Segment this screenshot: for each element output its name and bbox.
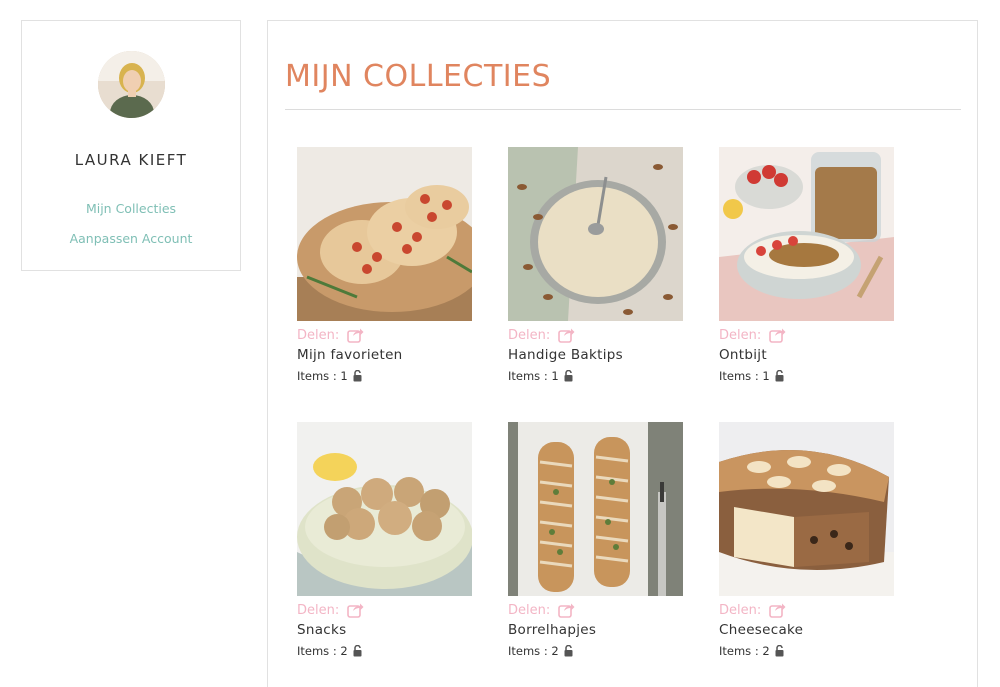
items-count-row: Items : 1 — [508, 369, 683, 383]
share-row[interactable]: Delen: — [719, 602, 894, 618]
user-name: LAURA KIEFT — [74, 151, 188, 169]
unlocked-padlock-icon — [564, 644, 573, 657]
unlocked-padlock-icon — [775, 644, 784, 657]
avatar — [98, 51, 165, 118]
granola-bowl-photo[interactable] — [719, 147, 894, 321]
share-arrow-icon[interactable] — [769, 602, 786, 618]
collection-card: Delen: Snacks Items : 2 — [297, 422, 472, 658]
share-label: Delen: — [719, 602, 762, 618]
unlocked-padlock-icon — [775, 369, 784, 382]
share-row[interactable]: Delen: — [508, 327, 683, 343]
share-label: Delen: — [508, 327, 551, 343]
unlocked-padlock-icon — [353, 369, 362, 382]
share-row[interactable]: Delen: — [297, 327, 472, 343]
collection-title[interactable]: Cheesecake — [719, 622, 894, 638]
collection-title[interactable]: Snacks — [297, 622, 472, 638]
share-row[interactable]: Delen: — [508, 602, 683, 618]
share-arrow-icon[interactable] — [347, 602, 364, 618]
share-arrow-icon[interactable] — [347, 327, 364, 343]
items-count-row: Items : 2 — [297, 644, 472, 658]
items-count-row: Items : 1 — [719, 369, 894, 383]
share-arrow-icon[interactable] — [558, 602, 575, 618]
items-count: Items : 2 — [297, 644, 348, 658]
collection-card: Delen: Ontbijt Items : 1 — [719, 147, 894, 383]
unlocked-padlock-icon — [353, 644, 362, 657]
share-label: Delen: — [508, 602, 551, 618]
almond-flour-photo[interactable] — [508, 147, 683, 321]
items-count: Items : 2 — [508, 644, 559, 658]
page-title: MIJN COLLECTIES — [285, 59, 552, 94]
garlic-bread-photo[interactable] — [508, 422, 683, 596]
collection-title[interactable]: Ontbijt — [719, 347, 894, 363]
collection-card: Delen: Borrelhapjes Items : 2 — [508, 422, 683, 658]
share-label: Delen: — [719, 327, 762, 343]
items-count: Items : 2 — [719, 644, 770, 658]
share-arrow-icon[interactable] — [558, 327, 575, 343]
items-count-row: Items : 2 — [508, 644, 683, 658]
share-row[interactable]: Delen: — [297, 602, 472, 618]
collection-title[interactable]: Borrelhapjes — [508, 622, 683, 638]
items-count-row: Items : 1 — [297, 369, 472, 383]
sidebar-link-mijn-collecties[interactable]: Mijn Collecties — [22, 201, 240, 216]
title-divider — [285, 109, 961, 110]
items-count: Items : 1 — [508, 369, 559, 383]
energy-balls-photo[interactable] — [297, 422, 472, 596]
items-count: Items : 1 — [719, 369, 770, 383]
focaccia-photo[interactable] — [297, 147, 472, 321]
share-row[interactable]: Delen: — [719, 327, 894, 343]
share-label: Delen: — [297, 327, 340, 343]
share-label: Delen: — [297, 602, 340, 618]
cheesecake-photo[interactable] — [719, 422, 894, 596]
collection-card: Delen: Mijn favorieten Items : 1 — [297, 147, 472, 383]
collection-card: Delen: Cheesecake Items : 2 — [719, 422, 894, 658]
collections-panel: MIJN COLLECTIES Delen: Mijn favorieten I… — [267, 20, 978, 687]
collection-title[interactable]: Handige Baktips — [508, 347, 683, 363]
unlocked-padlock-icon — [564, 369, 573, 382]
share-arrow-icon[interactable] — [769, 327, 786, 343]
items-count: Items : 1 — [297, 369, 348, 383]
sidebar-link-aanpassen-account[interactable]: Aanpassen Account — [22, 231, 240, 246]
collection-title[interactable]: Mijn favorieten — [297, 347, 472, 363]
collection-card: Delen: Handige Baktips Items : 1 — [508, 147, 683, 383]
profile-sidebar: LAURA KIEFT Mijn Collecties Aanpassen Ac… — [21, 20, 241, 271]
items-count-row: Items : 2 — [719, 644, 894, 658]
